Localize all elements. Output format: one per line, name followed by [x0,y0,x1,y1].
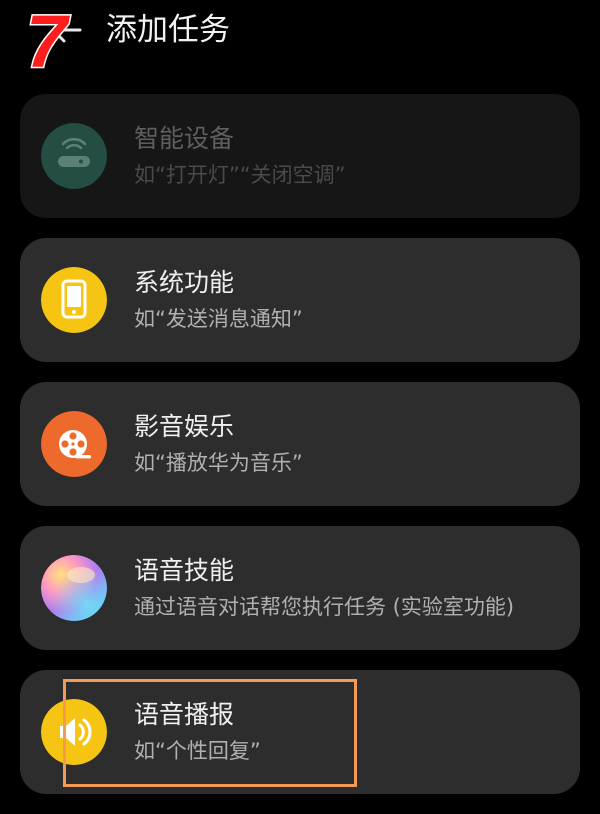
film-reel-icon [41,411,107,477]
voice-assistant-orb-icon [41,555,107,621]
task-card-smart-device[interactable]: 智能设备 如“打开灯”“关闭空调” [20,94,580,218]
task-card-voice-skill[interactable]: 语音技能 通过语音对话帮您执行任务 (实验室功能) [20,526,580,650]
highlight-annotation-box [63,679,357,787]
task-card-title: 智能设备 [134,124,235,153]
task-card-subtitle: 如“播放华为音乐” [134,451,303,475]
phone-icon [41,267,107,333]
task-card-subtitle: 如“打开灯”“关闭空调” [134,163,346,187]
task-card-title: 系统功能 [134,268,235,297]
step-number-badge: 7 [24,0,68,83]
header-bar: 7 添加任务 [0,0,600,83]
page-title: 添加任务 [106,12,230,48]
task-card-title: 影音娱乐 [134,412,235,441]
task-card-title: 语音技能 [134,556,235,585]
task-card-subtitle: 通过语音对话帮您执行任务 (实验室功能) [134,595,515,619]
router-device-icon [41,123,107,189]
task-card-subtitle: 如“发送消息通知” [134,307,303,331]
task-card-media-entertainment[interactable]: 影音娱乐 如“播放华为音乐” [20,382,580,506]
task-card-system-function[interactable]: 系统功能 如“发送消息通知” [20,238,580,362]
